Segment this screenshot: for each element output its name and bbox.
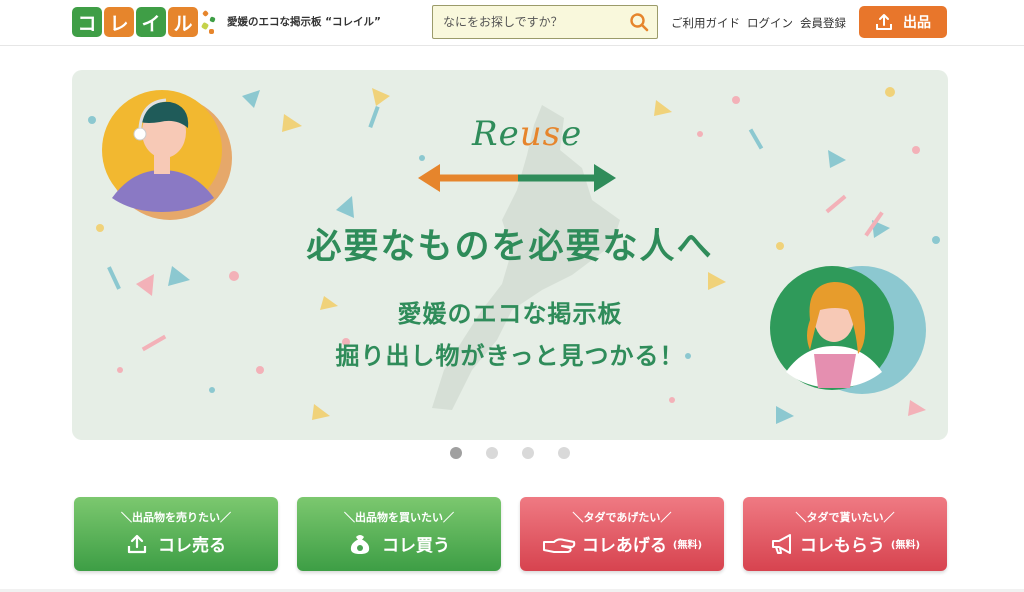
logo-char-1: コ — [72, 7, 102, 37]
nav-login-link[interactable]: ログイン — [747, 15, 793, 31]
carousel-dot-2[interactable] — [486, 447, 498, 459]
carousel-indicator — [0, 446, 1024, 460]
listing-button[interactable]: 出品 — [859, 6, 947, 38]
banner-headline: 必要なものを必要な人へ — [306, 227, 714, 267]
sell-button-label: コレ売る — [158, 536, 226, 556]
reuse-highlight: us — [519, 114, 562, 154]
reuse-prefix: Re — [472, 114, 520, 154]
listing-button-label: 出品 — [903, 15, 931, 31]
search-button[interactable] — [621, 6, 657, 38]
give-hand-icon — [542, 537, 576, 553]
upload-icon — [127, 534, 147, 553]
carousel-dot-3[interactable] — [522, 447, 534, 459]
hero-banner[interactable]: Reuse 必要なものを必要な人へ 愛媛のエコな掲示板 掘り出し物がきっと見つか… — [72, 70, 948, 440]
carousel-dot-1[interactable] — [450, 447, 462, 459]
reuse-suffix: e — [561, 114, 583, 154]
money-bag-icon — [350, 534, 370, 554]
logo-char-3: イ — [136, 7, 166, 37]
upload-icon — [876, 14, 892, 30]
nav-guide-link[interactable]: ご利用ガイド — [671, 15, 740, 31]
give-button-free-note: (無料) — [672, 540, 703, 551]
search-input[interactable] — [433, 6, 621, 38]
sell-button-subtitle: ＼出品物を売りたい／ — [121, 511, 231, 524]
give-button-label: コレあげる — [581, 536, 667, 556]
carousel-dot-4[interactable] — [558, 447, 570, 459]
banner-subline-1: 愛媛のエコな掲示板 — [397, 300, 623, 328]
give-button-subtitle: ＼タダであげたい／ — [572, 511, 672, 524]
logo-sparkle-icon — [200, 7, 218, 37]
person-illustration-left — [102, 90, 232, 220]
search-icon — [630, 13, 649, 32]
site-logo[interactable]: コ レ イ ル — [72, 5, 218, 39]
receive-button-label: コレもらう — [799, 536, 885, 556]
buy-button-label: コレ買う — [382, 536, 450, 556]
site-header: コ レ イ ル 愛媛のエコな掲示板 “コレイル” ご利用ガイド ログイン 会員登… — [0, 0, 1024, 46]
logo-char-2: レ — [104, 7, 134, 37]
logo-char-4: ル — [168, 7, 198, 37]
reuse-wordmark: Reuse — [472, 114, 582, 154]
search-box — [432, 5, 658, 39]
banner-subline-2: 掘り出し物がきっと見つかる！ — [335, 342, 685, 370]
receive-button-free-note: (無料) — [890, 540, 921, 551]
nav-register-link[interactable]: 会員登録 — [800, 15, 846, 31]
give-button[interactable]: ＼タダであげたい／ コレあげる (無料) — [520, 497, 724, 571]
buy-button[interactable]: ＼出品物を買いたい／ コレ買う — [297, 497, 501, 571]
site-tagline: 愛媛のエコな掲示板 “コレイル” — [227, 16, 381, 28]
buy-button-subtitle: ＼出品物を買いたい／ — [344, 511, 454, 524]
person-illustration-right — [770, 266, 926, 394]
sell-button[interactable]: ＼出品物を売りたい／ コレ売る — [74, 497, 278, 571]
receive-button-subtitle: ＼タダで貰いたい／ — [795, 511, 895, 524]
megaphone-icon — [771, 533, 791, 554]
receive-button[interactable]: ＼タダで貰いたい／ コレもらう (無料) — [743, 497, 947, 571]
